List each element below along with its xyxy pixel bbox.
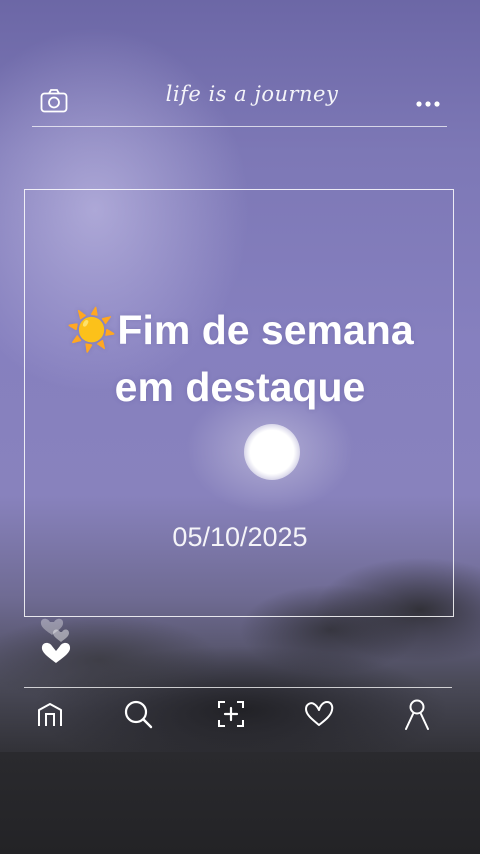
nav-divider [24,687,452,688]
bottom-nav [0,695,480,741]
brand-text: life is a journey [165,82,339,106]
post-title-text: Fim de semana em destaque [114,307,414,410]
search-icon [122,698,154,735]
heart-icon [303,700,335,733]
bottom-shade [0,752,480,854]
sun-emoji: ☀️ [66,307,118,353]
more-dots-icon[interactable] [415,95,441,107]
nav-profile-button[interactable] [397,695,437,737]
home-icon [35,700,65,733]
nav-search-button[interactable] [118,695,158,737]
hearts-icon[interactable] [36,608,84,670]
profile-icon [403,698,431,735]
top-bar: life is a journey [32,78,447,127]
nav-likes-button[interactable] [299,695,339,737]
sun-glow [244,424,300,480]
add-post-icon [216,699,246,734]
post-title: ☀️Fim de semana em destaque [60,302,420,416]
nav-add-button[interactable] [211,695,251,737]
nav-home-button[interactable] [30,695,70,737]
post-date: 05/10/2025 [172,522,308,552]
camera-icon[interactable] [40,88,68,114]
